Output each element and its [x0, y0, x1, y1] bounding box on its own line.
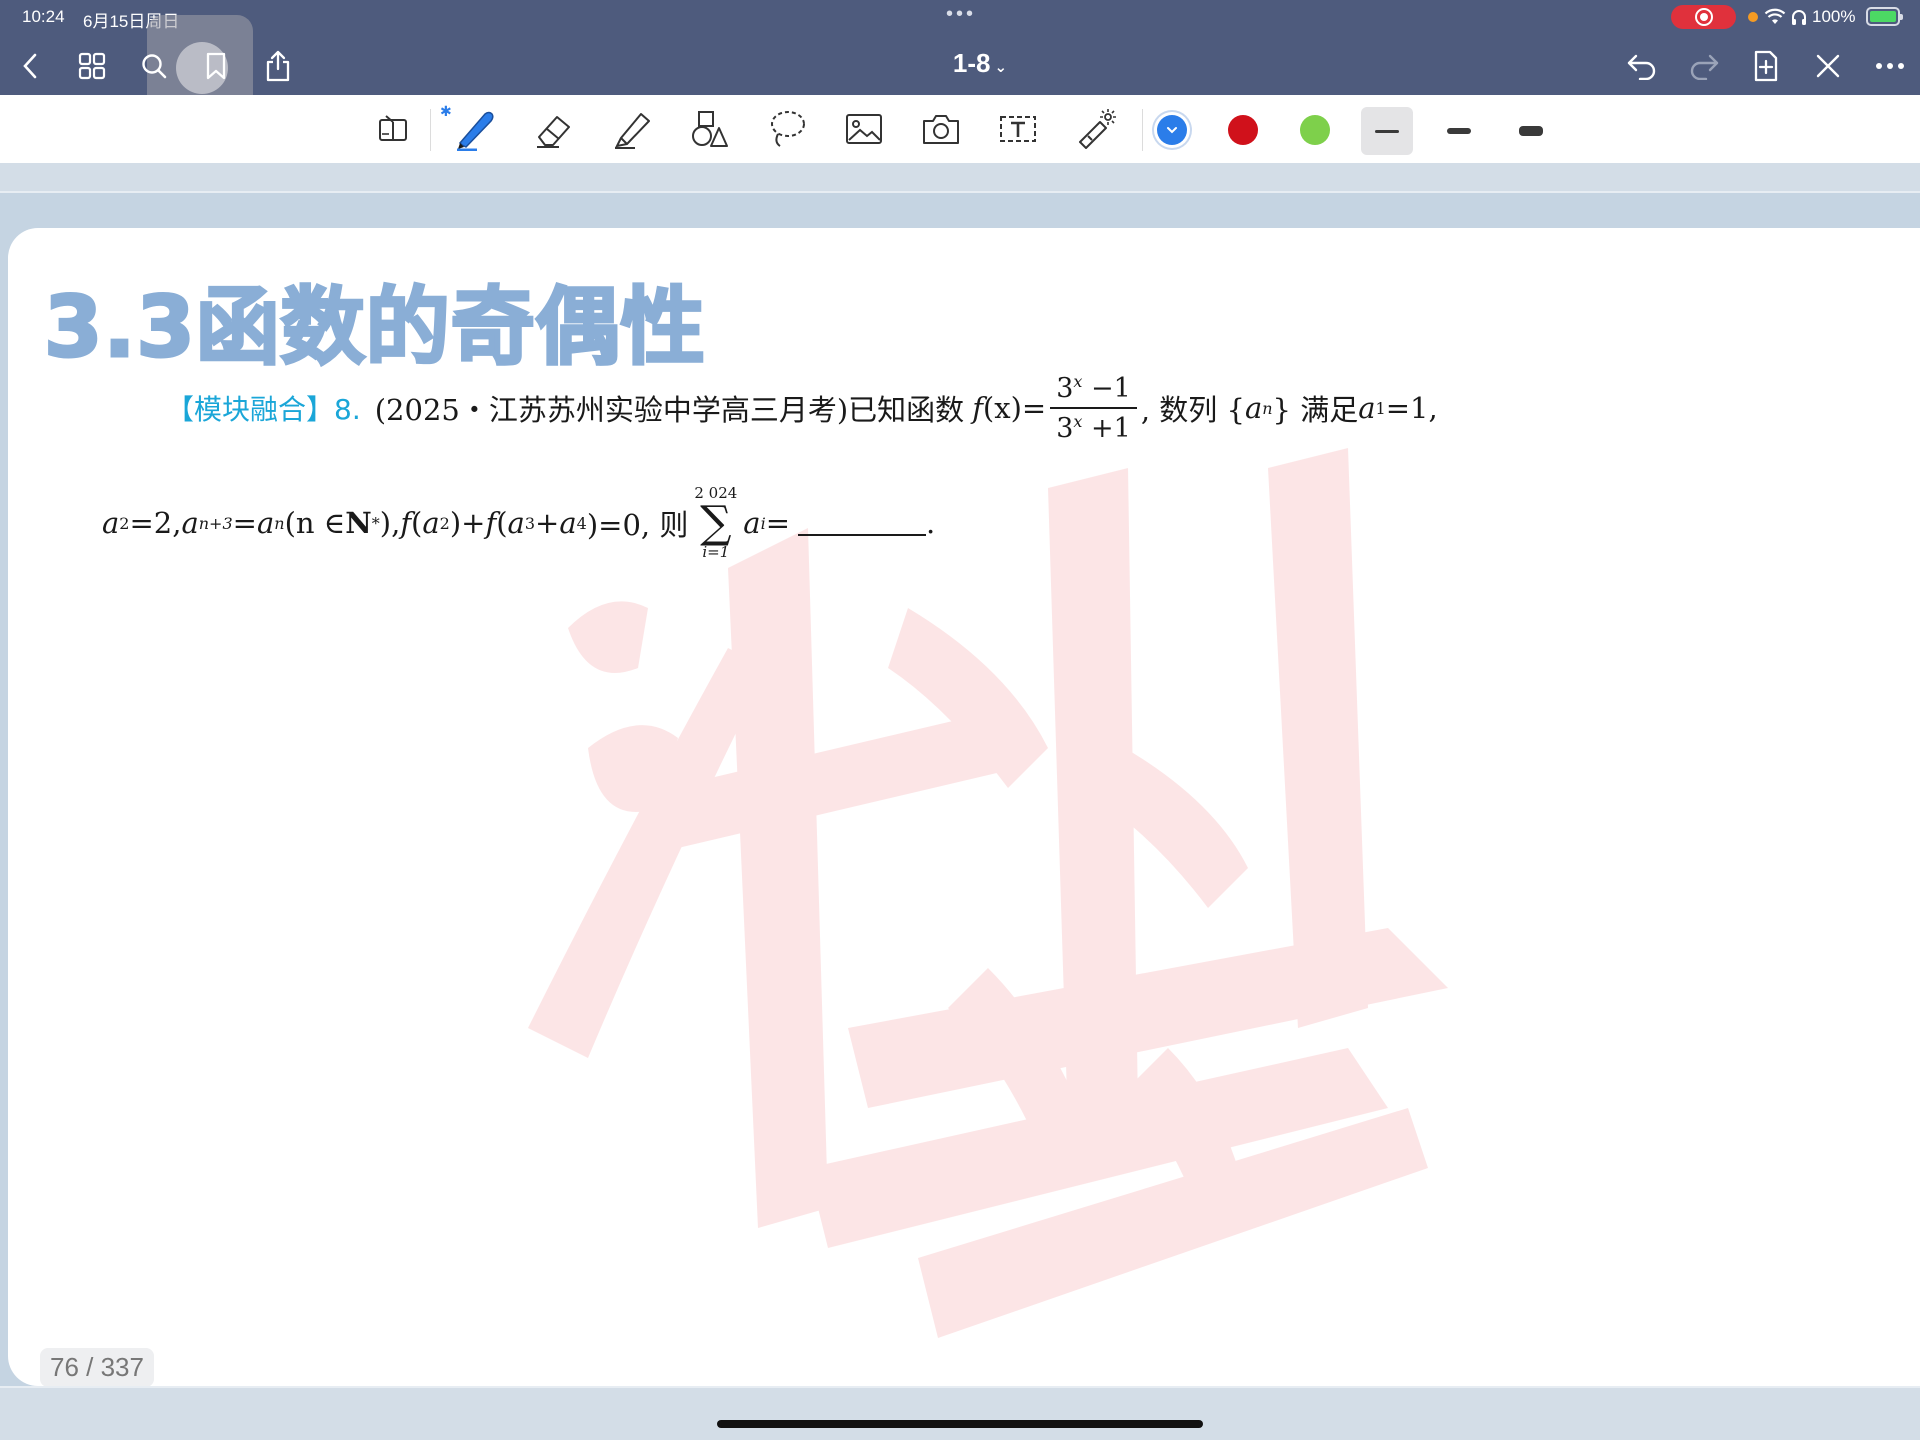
stroke-width-thick[interactable]: [1505, 107, 1557, 155]
color-swatch-green[interactable]: [1300, 115, 1330, 145]
document-title-menu[interactable]: 1-8 ⌄: [920, 48, 1040, 79]
answer-blank[interactable]: [798, 510, 927, 536]
color-swatch-blue[interactable]: [1157, 115, 1187, 145]
share-button[interactable]: [258, 46, 298, 86]
status-bar: 10:24 6月15日周日 ••• 100%: [0, 0, 1920, 34]
stroke-width-thin[interactable]: [1361, 107, 1413, 155]
grid-view-button[interactable]: [72, 46, 112, 86]
search-button[interactable]: [134, 46, 174, 86]
home-indicator[interactable]: [717, 1420, 1203, 1428]
close-pen-button[interactable]: [1808, 46, 1848, 86]
top-bar: 10:24 6月15日周日 ••• 100% 1-8 ⌄: [0, 0, 1920, 121]
section-title: 3.3函数的奇偶性: [43, 277, 707, 378]
wifi-icon: [1764, 8, 1786, 24]
more-button[interactable]: [1870, 46, 1910, 86]
page-bottom-band: [0, 1386, 1920, 1440]
chevron-down-icon: ⌄: [994, 59, 1008, 76]
question-source: (2025・江苏苏州实验中学高三月考): [374, 393, 849, 427]
pen-tool[interactable]: [452, 107, 496, 151]
read-mode-icon: [379, 115, 407, 141]
laser-pointer-icon: [1079, 109, 1116, 149]
question-tag: 【模块融合】8.: [166, 393, 361, 426]
bookmark-button[interactable]: [196, 46, 236, 86]
shapes-icon: [692, 111, 728, 147]
grid-icon: [78, 52, 106, 80]
stroke-width-medium[interactable]: [1433, 107, 1485, 155]
battery-percent: 100%: [1812, 7, 1856, 26]
mic-indicator-icon: [1748, 12, 1758, 22]
battery-icon: [1866, 7, 1903, 26]
question-line-2: a2 =2, a n+3 = a n (n ∈ N *), f(a 2)+ f(a 3 + a…: [102, 484, 936, 561]
lasso-tool[interactable]: [765, 107, 809, 151]
highlighter-icon: [615, 113, 650, 149]
add-page-button[interactable]: [1746, 46, 1786, 86]
text-box-icon: [1000, 116, 1036, 142]
share-icon: [266, 50, 290, 82]
document-title: 1-8: [952, 48, 991, 78]
highlighter-tool[interactable]: [610, 107, 654, 151]
camera-icon: [923, 115, 959, 144]
image-icon: [846, 114, 882, 144]
shape-tool[interactable]: [688, 107, 732, 151]
undo-icon: [1627, 54, 1656, 80]
chevron-left-icon: [23, 53, 37, 79]
screen-recording-icon[interactable]: [1671, 5, 1736, 29]
chevron-down-icon: [1167, 127, 1177, 134]
document-page[interactable]: 3.3函数的奇偶性 【模块融合】8. (2025・江苏苏州实验中学高三月考) 已…: [8, 228, 1920, 1386]
multitask-dots-icon[interactable]: •••: [946, 3, 976, 26]
bluetooth-icon: ✱: [440, 103, 452, 119]
more-icon: [1876, 63, 1904, 69]
text-tool[interactable]: [996, 107, 1040, 151]
question-line-1: 【模块融合】8. (2025・江苏苏州实验中学高三月考) 已知函数 f (x)= …: [166, 372, 1438, 444]
page-top-band: [0, 163, 1920, 193]
bookmark-icon: [206, 52, 226, 80]
headphones-icon: [1792, 10, 1806, 25]
redo-button[interactable]: [1684, 46, 1724, 86]
pen-off-icon: [1816, 54, 1840, 78]
function-fraction: 3x −1 3x +1: [1050, 374, 1137, 442]
read-mode-tool[interactable]: [372, 107, 416, 151]
status-time: 10:24: [22, 7, 65, 26]
lasso-icon: [771, 111, 805, 147]
redo-icon: [1690, 54, 1719, 80]
undo-button[interactable]: [1622, 46, 1662, 86]
drawing-toolbar: ✱: [0, 95, 1920, 163]
pen-icon: [457, 111, 494, 151]
image-tool[interactable]: [842, 107, 886, 151]
laser-pointer-tool[interactable]: [1073, 107, 1117, 151]
color-swatch-red[interactable]: [1228, 115, 1258, 145]
summation: 2 024 ∑ i=1: [694, 484, 738, 561]
eraser-icon: [537, 116, 570, 148]
add-page-icon: [1754, 50, 1778, 82]
search-icon: [142, 54, 167, 79]
back-button[interactable]: [10, 46, 50, 86]
camera-tool[interactable]: [919, 107, 963, 151]
eraser-tool[interactable]: [532, 107, 576, 151]
page-counter: 76 / 337: [40, 1348, 154, 1386]
